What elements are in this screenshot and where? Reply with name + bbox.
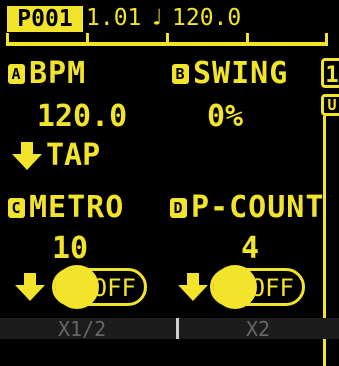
- arrow-down-icon: [12, 142, 42, 170]
- bpm-label-text: BPM: [29, 56, 87, 91]
- playback-progress-bar: [6, 42, 328, 46]
- softkey-double-tempo[interactable]: X2: [246, 317, 270, 341]
- tap-button[interactable]: TAP: [46, 139, 100, 173]
- arrow-down-icon: [178, 273, 208, 301]
- bpm-value[interactable]: 120.0: [12, 100, 152, 134]
- tempo-readout: 120.0: [172, 5, 242, 31]
- side-panel: 1 U: [321, 58, 339, 366]
- metro-value[interactable]: 10: [20, 232, 120, 266]
- metro-toggle[interactable]: OFF: [52, 265, 147, 309]
- knob-b-badge: B: [172, 64, 189, 84]
- pcount-label-text: P-COUNT: [191, 190, 325, 225]
- pcount-label: D P-COUNT: [170, 191, 324, 225]
- metro-toggle-state: OFF: [92, 274, 136, 302]
- progress-tick: [325, 33, 328, 42]
- metro-label-text: METRO: [29, 190, 125, 225]
- softkey-bar: [0, 318, 339, 339]
- top-status-bar: P001 1.01 ♩ 120.0: [0, 0, 339, 34]
- pcount-toggle[interactable]: OFF: [210, 265, 305, 309]
- quarter-note-icon: ♩: [150, 5, 164, 31]
- knob-d-badge: D: [170, 198, 187, 218]
- bpm-label: A BPM: [8, 57, 86, 91]
- swing-label-text: SWING: [193, 56, 289, 91]
- progress-tick: [246, 33, 249, 42]
- song-position: 1.01: [86, 5, 142, 31]
- progress-tick: [166, 33, 169, 42]
- progress-tick: [86, 33, 89, 42]
- swing-value[interactable]: 0%: [175, 100, 275, 134]
- metro-label: C METRO: [8, 191, 124, 225]
- softkey-half-tempo[interactable]: X1/2: [58, 317, 106, 341]
- pcount-toggle-state: OFF: [250, 274, 294, 302]
- softkey-divider: [176, 318, 179, 339]
- side-tab-1[interactable]: 1: [321, 58, 339, 88]
- knob-a-badge: A: [8, 64, 25, 84]
- side-tab-u[interactable]: U: [321, 94, 339, 116]
- swing-label: B SWING: [172, 57, 288, 91]
- arrow-down-icon: [15, 273, 45, 301]
- progress-tick: [6, 33, 9, 42]
- pcount-value[interactable]: 4: [210, 232, 290, 266]
- knob-c-badge: C: [8, 198, 25, 218]
- pattern-number[interactable]: P001: [7, 6, 83, 32]
